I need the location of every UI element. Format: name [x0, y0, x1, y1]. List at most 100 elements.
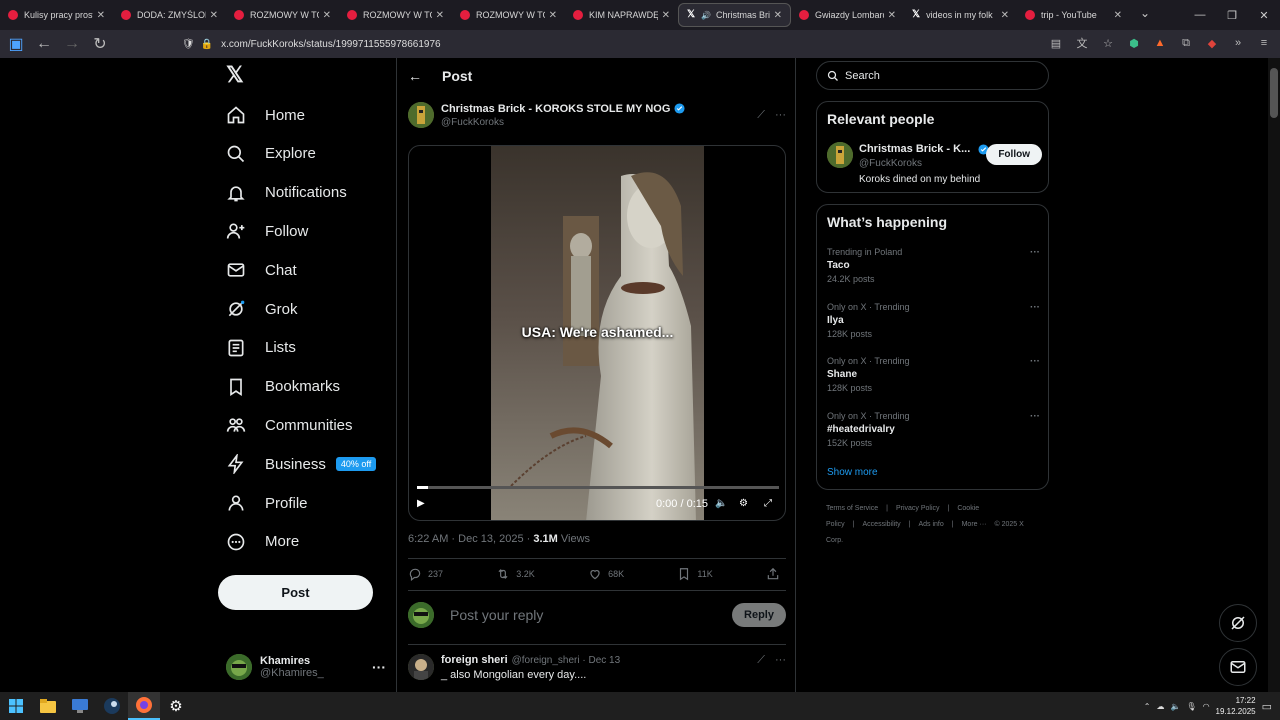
- browser-tab[interactable]: ROZMOWY W TOKU ✕: [452, 0, 565, 30]
- extension-fox-icon[interactable]: ▲: [1150, 33, 1170, 53]
- sidebar-item-profile[interactable]: Profile: [226, 488, 308, 518]
- search-input[interactable]: Search: [816, 61, 1049, 90]
- person-handle[interactable]: @FuckKoroks: [859, 158, 922, 169]
- settings-gear-icon[interactable]: ⚙: [739, 498, 748, 509]
- bookmark-action[interactable]: 11K: [677, 567, 713, 581]
- show-more-link[interactable]: Show more: [827, 467, 878, 478]
- browser-tab[interactable]: trip - YouTube ✕: [1017, 0, 1130, 30]
- lock-icon[interactable]: 🔒: [201, 39, 213, 50]
- footer-link[interactable]: Accessibility: [863, 521, 901, 528]
- close-window-icon[interactable]: ✕: [1248, 0, 1280, 30]
- close-tab-icon[interactable]: ✕: [662, 10, 670, 21]
- windows-start-icon[interactable]: [0, 692, 32, 720]
- forward-icon[interactable]: →: [60, 33, 84, 55]
- browser-tab[interactable]: Kulisy pracy prostytut ✕: [0, 0, 113, 30]
- clock[interactable]: 17:22 19.12.2025: [1216, 695, 1256, 717]
- more-dots-icon[interactable]: ···: [372, 659, 386, 675]
- firefox-icon[interactable]: [128, 692, 160, 720]
- trend-item[interactable]: Only on X · Trending Shane 128K posts ···: [827, 356, 1040, 400]
- steam-icon[interactable]: [96, 692, 128, 720]
- close-tab-icon[interactable]: ✕: [774, 10, 782, 21]
- file-explorer-icon[interactable]: [32, 692, 64, 720]
- sidebar-item-notifications[interactable]: Notifications: [226, 178, 347, 208]
- close-tab-icon[interactable]: ✕: [323, 10, 331, 21]
- trend-item[interactable]: Only on X · Trending #heatedrivalry 152K p…: [827, 411, 1040, 455]
- person-name[interactable]: Christmas Brick - K...: [859, 143, 970, 155]
- close-tab-icon[interactable]: ✕: [436, 10, 444, 21]
- sidebar-item-lists[interactable]: Lists: [226, 333, 296, 363]
- reader-view-icon[interactable]: ▤: [1046, 33, 1066, 53]
- trend-item[interactable]: Trending in Poland Taco 24.2K posts ···: [827, 247, 1040, 291]
- sidebar-item-explore[interactable]: Explore: [226, 139, 316, 169]
- repost-action[interactable]: 3.2K: [496, 567, 535, 581]
- extensions-icon[interactable]: ⧉: [1176, 33, 1196, 53]
- author-avatar[interactable]: [408, 102, 434, 128]
- close-tab-icon[interactable]: ✕: [1001, 10, 1009, 21]
- more-dots-icon[interactable]: ···: [1030, 247, 1040, 258]
- account-switcher[interactable]: Khamires @Khamires_ ···: [226, 649, 386, 685]
- close-tab-icon[interactable]: ✕: [97, 10, 105, 21]
- more-dots-icon[interactable]: ···: [1030, 411, 1040, 422]
- more-dots-icon[interactable]: ···: [775, 654, 786, 666]
- sidebar-item-bookmarks[interactable]: Bookmarks: [226, 372, 340, 402]
- overflow-menu-icon[interactable]: »: [1228, 33, 1248, 53]
- sidebar-item-home[interactable]: Home: [226, 100, 305, 130]
- reply-avatar[interactable]: [408, 654, 434, 680]
- back-arrow-icon[interactable]: ←: [408, 68, 422, 84]
- volume-icon[interactable]: 🔈: [715, 498, 727, 509]
- trend-item[interactable]: Only on X · Trending Ilya 128K posts ···: [827, 302, 1040, 346]
- sidebar-item-chat[interactable]: Chat: [226, 255, 297, 285]
- mic-icon[interactable]: 🎙: [1186, 702, 1196, 711]
- footer-link[interactable]: Ads info: [918, 521, 943, 528]
- post-time[interactable]: 6:22 AM · Dec 13, 2025 ·: [408, 533, 533, 545]
- extension-shield-icon[interactable]: ⬢: [1124, 33, 1144, 53]
- messages-float-button[interactable]: [1219, 648, 1257, 686]
- close-tab-icon[interactable]: ✕: [1114, 10, 1122, 21]
- like-action[interactable]: 68K: [588, 567, 624, 581]
- address-bar[interactable]: 🛡 🔒 x.com/FuckKoroks/status/199971155597…: [178, 33, 1048, 55]
- sidebar-item-follow[interactable]: Follow: [226, 216, 308, 246]
- maximize-icon[interactable]: ❐: [1216, 0, 1248, 30]
- sidebar-item-business[interactable]: Business 40% off: [226, 449, 377, 479]
- more-dots-icon[interactable]: ···: [775, 109, 786, 121]
- page-scrollbar[interactable]: [1268, 58, 1280, 692]
- browser-tab[interactable]: Gwiazdy Lombardu: I ✕: [791, 0, 904, 30]
- relevant-person[interactable]: Christmas Brick - K... @FuckKoroks Korok…: [827, 142, 1042, 188]
- close-tab-icon[interactable]: ✕: [210, 10, 218, 21]
- x-logo-icon[interactable]: 𝕏: [226, 64, 248, 86]
- grok-float-button[interactable]: [1219, 604, 1257, 642]
- reply-author-name[interactable]: foreign sheri: [441, 654, 508, 666]
- play-icon[interactable]: ▶: [417, 498, 425, 509]
- video-player[interactable]: USA: We're ashamed... ▶ 0:00 / 0:15 🔈 ⚙ …: [408, 145, 786, 521]
- follow-button[interactable]: Follow: [986, 144, 1042, 165]
- fullscreen-icon[interactable]: ⤢: [764, 498, 772, 509]
- video-progress-bar[interactable]: [417, 486, 779, 489]
- reply-input[interactable]: Post your reply: [450, 607, 732, 623]
- network-icon[interactable]: ☁: [1156, 702, 1164, 711]
- browser-tab[interactable]: DODA: ZMYŚLONE Z ✕: [113, 0, 226, 30]
- tab-view-icon[interactable]: ▣: [4, 33, 28, 55]
- footer-link[interactable]: Privacy Policy: [896, 505, 940, 512]
- footer-link[interactable]: More ···: [962, 521, 987, 528]
- browser-tab[interactable]: ROZMOWY W TOKU ✕: [226, 0, 339, 30]
- back-icon[interactable]: ←: [32, 33, 56, 55]
- sidebar-item-grok[interactable]: Grok: [226, 294, 298, 324]
- author-name[interactable]: Christmas Brick - KOROKS STOLE MY NOG: [441, 103, 670, 115]
- reply-handle-date[interactable]: @foreign_sheri · Dec 13: [512, 655, 621, 666]
- sidebar-item-communities[interactable]: Communities: [226, 410, 353, 440]
- browser-tab[interactable]: ROZMOWY W TOKU ✕: [339, 0, 452, 30]
- reply-action[interactable]: 237: [408, 567, 443, 581]
- grok-icon[interactable]: ⟋: [757, 654, 765, 667]
- minimize-icon[interactable]: —: [1184, 0, 1216, 30]
- browser-tab[interactable]: 𝕏 🔊 Christmas Brick ✕: [678, 3, 791, 27]
- remote-desktop-icon[interactable]: [64, 692, 96, 720]
- close-tab-icon[interactable]: ✕: [549, 10, 557, 21]
- close-tab-icon[interactable]: ✕: [888, 10, 896, 21]
- notifications-icon[interactable]: ▭: [1262, 700, 1272, 713]
- post-button[interactable]: Post: [218, 575, 373, 610]
- person-avatar[interactable]: [827, 142, 853, 168]
- reply-button[interactable]: Reply: [732, 603, 786, 627]
- translate-icon[interactable]: 文: [1072, 33, 1092, 53]
- reload-icon[interactable]: ↻: [88, 33, 112, 55]
- wifi-icon[interactable]: ◠: [1203, 702, 1210, 711]
